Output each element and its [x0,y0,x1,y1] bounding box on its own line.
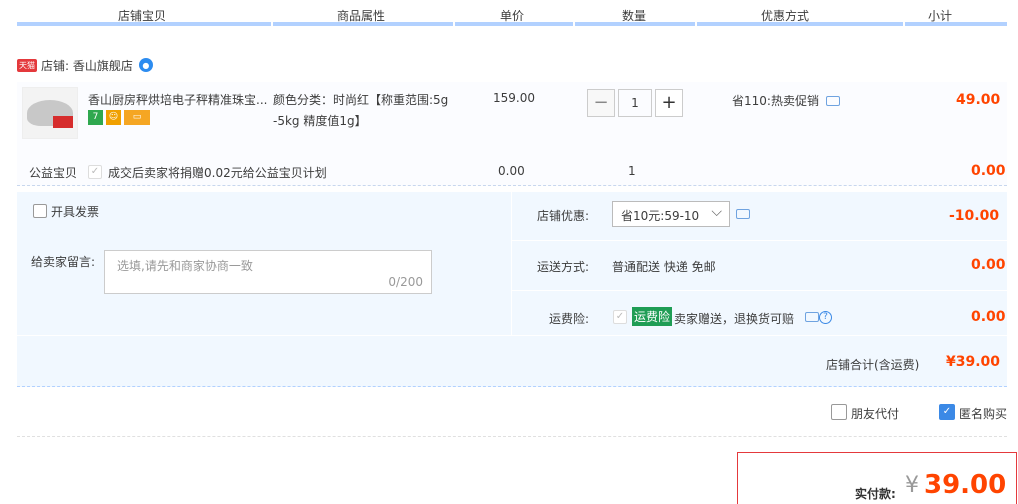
invoice-checkbox[interactable] [33,204,47,218]
chat-bubble-icon[interactable]: ● [138,58,153,72]
shop-discount-label: 店铺优惠: [537,209,590,223]
product-thumbnail[interactable] [22,87,78,139]
invoice-label: 开具发票 [51,205,100,219]
item-subtotal: 49.00 [956,92,1001,108]
item-price: 159.00 [493,91,535,105]
charity-qty: 1 [628,164,636,178]
discount-info-icon[interactable] [736,209,750,219]
qty-input[interactable]: 1 [618,89,652,117]
charity-price: 0.00 [498,164,525,178]
friend-pay-checkbox[interactable] [831,404,847,420]
shop-total-label: 店铺合计(含运费) [826,358,920,372]
insurance-amount: 0.00 [971,309,1006,325]
insurance-tag: 运费险 [632,307,673,326]
qty-plus-button[interactable]: + [655,89,683,117]
insurance-info-icon[interactable] [805,312,819,322]
tmall-badge: 天猫 [17,58,37,72]
message-placeholder: 选填,请先和商家协商一致 [117,259,253,273]
discount-info-icon[interactable] [826,96,840,106]
charity-label: 公益宝贝 [29,166,78,180]
shop-discount-amount: -10.00 [949,208,1000,224]
charity-checkbox: ✓ [88,165,102,179]
charity-subtotal: 0.00 [971,163,1006,179]
shop-discount-select[interactable]: 省10元:59-10 ⌵ [612,201,730,227]
shop-name-link[interactable]: 店铺: 香山旗舰店 [41,57,133,74]
service-icon: ☺ [106,110,121,125]
scale-display [53,116,73,128]
separator [17,436,1007,437]
charity-desc: 成交后卖家将捐赠0.02元给公益宝贝计划 [108,166,327,180]
row-divider [511,240,1007,241]
shipping-label: 运送方式: [537,260,590,274]
header-underline [273,22,453,26]
header-underline [697,22,903,26]
row-divider [511,290,1007,291]
item-attr-line1: 颜色分类：时尚红【称重范围:5g [273,93,449,107]
shop-discount-selected: 省10元:59-10 [621,209,700,223]
shipping-value: 普通配送 快递 免邮 [612,260,716,274]
qty-minus-button[interactable]: − [587,89,615,117]
insurance-checkbox: ✓ [613,310,627,324]
panel-divider [511,192,512,335]
payment-currency: ¥ [905,473,919,498]
message-label: 给卖家留言: [31,255,96,269]
card-icon: ▭ [124,110,150,125]
header-underline [455,22,573,26]
shop-total-amount: ¥39.00 [946,354,1001,370]
friend-pay-label: 朋友代付 [851,407,900,421]
seven-day-return-icon: 7 [88,110,103,125]
anonymous-label: 匿名购买 [959,407,1008,421]
message-counter: 0/200 [388,275,423,289]
item-attr-line2: -5kg 精度值1g】 [273,114,367,128]
anonymous-checkbox[interactable]: ✓ [939,404,955,420]
insurance-label: 运费险: [549,312,590,326]
shop-line: 天猫 店铺: 香山旗舰店 ● [17,56,153,74]
shipping-amount: 0.00 [971,257,1006,273]
insurance-desc: 卖家赠送，退换货可赔 [674,312,795,326]
table-header: 店铺宝贝 商品属性 单价 数量 优惠方式 小计 [0,0,1018,28]
item-discount: 省110:热卖促销 [732,94,819,108]
item-title-link[interactable]: 香山厨房秤烘培电子秤精准珠宝... [88,91,267,108]
payment-box: 实付款: ¥ 39.00 [737,452,1017,504]
message-input[interactable]: 选填,请先和商家协商一致 0/200 [104,250,432,294]
help-icon[interactable]: ? [819,311,832,324]
row-divider [17,335,1007,336]
payment-amount: 39.00 [924,470,1007,500]
payment-label: 实付款: [855,487,896,501]
header-underline [17,22,271,26]
header-underline [905,22,1007,26]
chevron-down-icon: ⌵ [711,204,722,220]
header-underline [575,22,695,26]
